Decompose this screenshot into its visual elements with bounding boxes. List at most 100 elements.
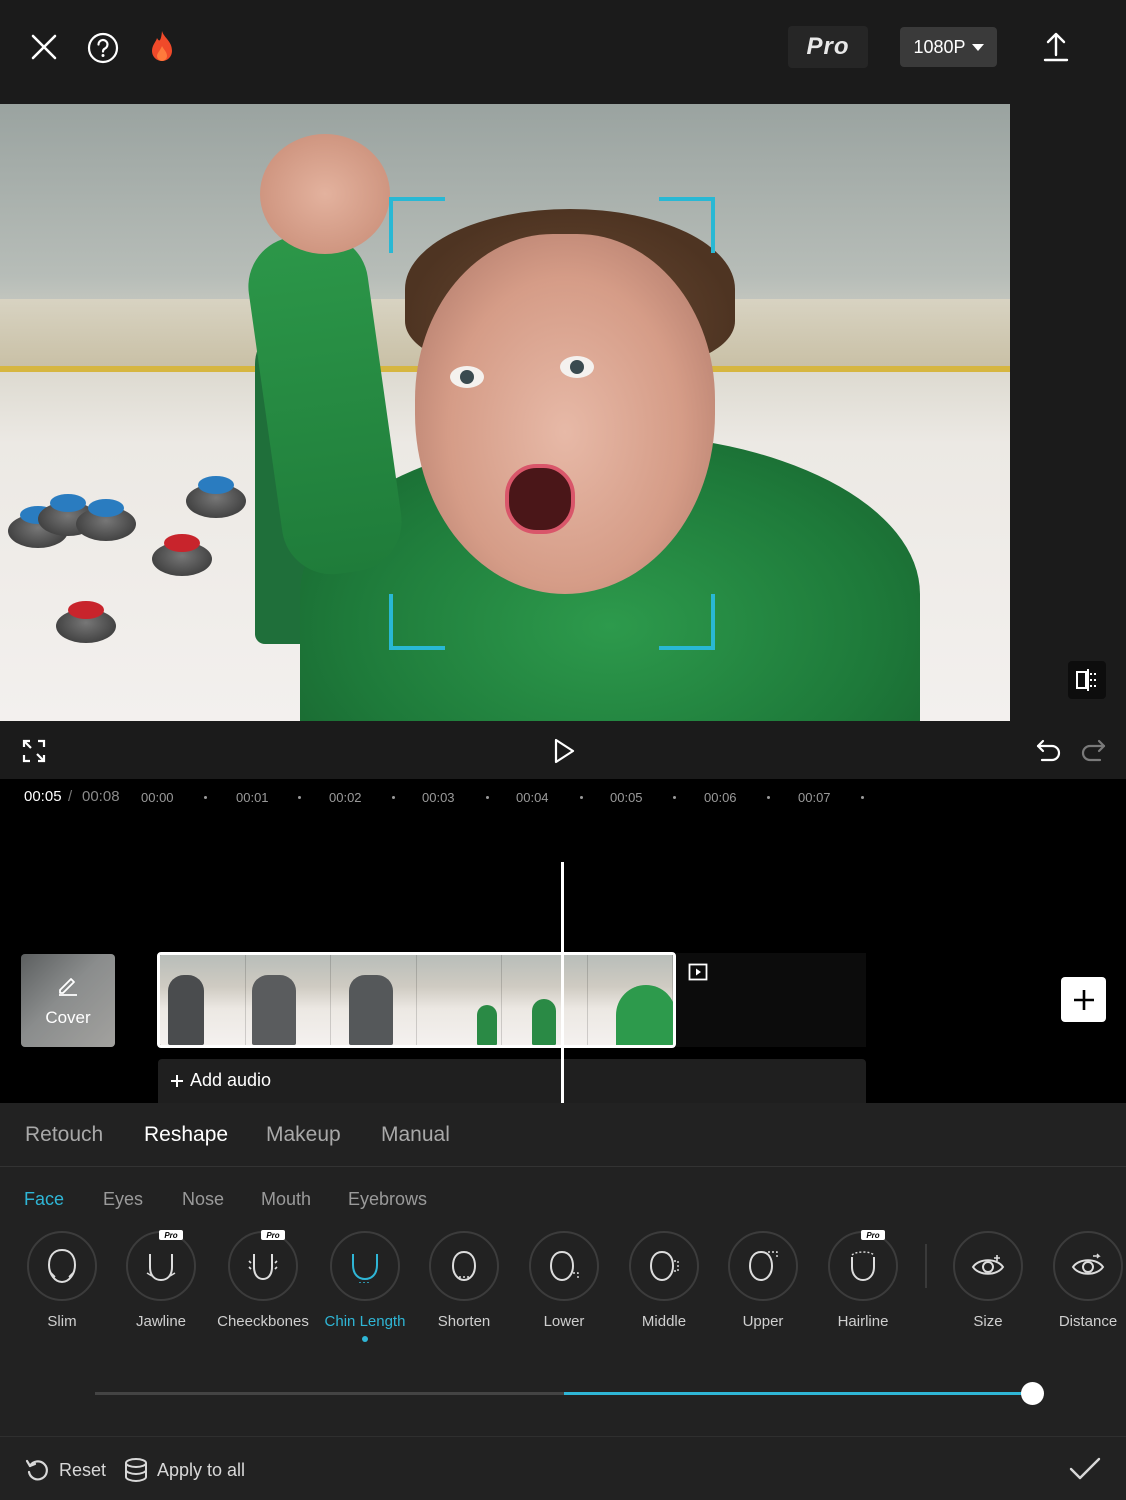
subject-eye: [450, 366, 484, 388]
face-detect-corner: [659, 197, 715, 253]
subtab-mouth[interactable]: Mouth: [261, 1189, 311, 1210]
transition-icon[interactable]: [688, 963, 708, 981]
clip-frame: [160, 955, 246, 1045]
close-icon[interactable]: [28, 31, 60, 63]
tab-makeup[interactable]: Makeup: [266, 1123, 341, 1147]
tool-chin-length[interactable]: Chin Length: [315, 1231, 415, 1342]
tool-eye-distance[interactable]: Distance: [1038, 1231, 1126, 1341]
current-time: 00:05: [24, 788, 62, 805]
curling-stone: [56, 601, 116, 643]
tick-dot: [580, 796, 583, 799]
add-audio-track[interactable]: Add audio: [158, 1059, 866, 1103]
tool-eye-size[interactable]: Size: [938, 1231, 1038, 1341]
tool-hairline[interactable]: Pro Hairline: [813, 1230, 913, 1341]
tool-lower[interactable]: Lower: [514, 1231, 614, 1341]
time-tick: 00:04: [516, 790, 549, 805]
face-detect-corner: [389, 594, 445, 650]
add-clip-button[interactable]: [1061, 977, 1106, 1022]
face-detect-corner: [659, 594, 715, 650]
tick-dot: [486, 796, 489, 799]
tool-label: Hairline: [837, 1313, 889, 1330]
lower-icon: [529, 1231, 599, 1301]
cover-button[interactable]: Cover: [21, 954, 115, 1047]
face-detect-corner: [389, 197, 445, 253]
tool-slim[interactable]: Slim: [12, 1231, 112, 1341]
time-tick: 00:00: [141, 790, 174, 805]
tab-reshape[interactable]: Reshape: [144, 1123, 228, 1147]
top-bar: Pro 1080P: [0, 0, 1126, 104]
tool-shorten[interactable]: Shorten: [414, 1231, 514, 1341]
tick-dot: [673, 796, 676, 799]
tick-dot: [298, 796, 301, 799]
help-icon[interactable]: [86, 31, 120, 65]
subtab-eyes[interactable]: Eyes: [103, 1189, 143, 1210]
fullscreen-icon[interactable]: [20, 737, 48, 765]
time-tick: 00:05: [610, 790, 643, 805]
tick-dot: [767, 796, 770, 799]
reset-label: Reset: [59, 1459, 107, 1480]
pro-label: Pro: [806, 33, 850, 60]
playhead[interactable]: [561, 862, 564, 1103]
curling-stone: [152, 534, 212, 576]
undo-icon[interactable]: [1034, 736, 1064, 764]
playback-controls: [0, 721, 1126, 779]
apply-to-all-button[interactable]: Apply to all: [123, 1457, 245, 1483]
pro-tag: Pro: [261, 1230, 285, 1240]
clip-frame: [502, 955, 588, 1045]
export-icon[interactable]: [1040, 30, 1072, 64]
timeline[interactable]: 00:05 / 00:08 00:00 00:01 00:02 00:03 00…: [0, 779, 1126, 1103]
plus-icon: [171, 1074, 183, 1087]
pencil-icon: [59, 978, 77, 996]
redo-icon[interactable]: [1078, 736, 1108, 764]
subject-face: [415, 234, 715, 594]
tool-jawline[interactable]: Pro Jawline: [111, 1230, 211, 1341]
jawline-icon: [126, 1231, 196, 1301]
tab-bar: Retouch Reshape Makeup Manual: [0, 1103, 1126, 1167]
flame-icon[interactable]: [146, 29, 178, 65]
eye-distance-icon: [1053, 1231, 1123, 1301]
tool-label: Distance: [1058, 1313, 1118, 1330]
tick-dot: [861, 796, 864, 799]
total-time: 00:08: [82, 788, 120, 805]
subtab-face[interactable]: Face: [24, 1189, 64, 1210]
reset-button[interactable]: Reset: [25, 1457, 106, 1483]
middle-icon: [629, 1231, 699, 1301]
intensity-slider-thumb[interactable]: [1020, 1382, 1044, 1405]
eye-size-icon: [953, 1231, 1023, 1301]
add-audio-button[interactable]: Add audio: [170, 1070, 271, 1091]
curling-stone: [76, 499, 136, 541]
reset-icon: [25, 1459, 48, 1481]
clip-frame: [331, 955, 417, 1045]
subtab-eyebrows[interactable]: Eyebrows: [348, 1189, 427, 1210]
chin-length-icon: [330, 1231, 400, 1301]
tab-manual[interactable]: Manual: [381, 1123, 450, 1147]
subtab-nose[interactable]: Nose: [182, 1189, 224, 1210]
video-preview[interactable]: [0, 104, 1010, 721]
time-tick: 00:02: [329, 790, 362, 805]
add-audio-label: Add audio: [190, 1070, 272, 1090]
play-icon[interactable]: [550, 736, 578, 766]
time-tick: 00:01: [236, 790, 269, 805]
resolution-dropdown[interactable]: 1080P: [900, 27, 997, 67]
tick-dot: [204, 796, 207, 799]
curling-stone: [186, 476, 246, 518]
tool-upper[interactable]: Upper: [713, 1231, 813, 1341]
clip-frame: [587, 955, 673, 1045]
video-clip[interactable]: [157, 952, 676, 1048]
pro-tag: Pro: [159, 1230, 183, 1240]
confirm-check-icon[interactable]: [1066, 1453, 1104, 1485]
tool-middle[interactable]: Middle: [614, 1231, 714, 1341]
compare-icon[interactable]: [1068, 661, 1106, 699]
pro-badge[interactable]: Pro: [788, 26, 868, 68]
upper-icon: [728, 1231, 798, 1301]
edit-panel: Retouch Reshape Makeup Manual Face Eyes …: [0, 1103, 1126, 1500]
panel-footer: Reset Apply to all: [0, 1436, 1126, 1500]
tool-cheekbones[interactable]: Pro Cheeckbones: [213, 1230, 313, 1341]
caret-down-icon: [971, 43, 984, 51]
preview-area: [0, 104, 1126, 721]
tab-retouch[interactable]: Retouch: [25, 1123, 103, 1147]
hairline-icon: [828, 1231, 898, 1301]
subject-fist: [260, 134, 390, 254]
cheekbones-icon: [228, 1231, 298, 1301]
clip-frame: [245, 955, 331, 1045]
